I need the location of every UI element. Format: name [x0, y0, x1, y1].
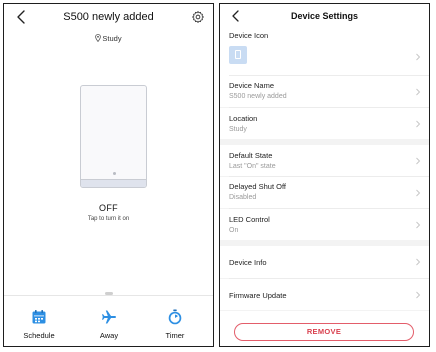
location-label: Study — [4, 34, 213, 43]
remove-button[interactable]: REMOVE — [234, 323, 414, 341]
tab-away-label: Away — [99, 331, 119, 340]
calendar-icon — [32, 310, 46, 324]
setting-location[interactable]: Location Study — [220, 108, 429, 139]
tab-timer[interactable]: Timer — [145, 309, 205, 340]
setting-device-name-title: Device Name — [229, 81, 275, 90]
tab-schedule[interactable]: Schedule — [9, 309, 69, 340]
device-title: S500 newly added — [63, 11, 154, 23]
drawer-handle[interactable] — [105, 292, 113, 295]
setting-location-title: Location — [229, 114, 258, 123]
chevron-right-icon — [416, 258, 421, 266]
device-icon-thumbnail — [229, 46, 247, 64]
chevron-right-icon — [416, 157, 421, 165]
location-pin-icon — [95, 34, 102, 42]
power-state: OFF — [99, 203, 118, 213]
timer-icon — [168, 309, 182, 325]
tab-timer-label: Timer — [165, 331, 185, 340]
setting-device-name[interactable]: Device Name S500 newly added — [220, 76, 429, 107]
location-text: Study — [102, 34, 122, 43]
setting-delayed-shut-off-value: Disabled — [229, 194, 257, 201]
chevron-right-icon — [416, 291, 421, 299]
setting-firmware-update-title: Firmware Update — [229, 291, 287, 300]
setting-led-control-title: LED Control — [229, 215, 270, 224]
tap-hint: Tap to turn it on — [87, 216, 130, 222]
setting-device-name-value: S500 newly added — [229, 93, 287, 100]
device-settings-screen: Device Settings Device Icon Device Name … — [219, 3, 430, 347]
setting-default-state-title: Default State — [229, 151, 273, 160]
control-header: S500 newly added Study — [4, 4, 213, 44]
chevron-right-icon — [416, 221, 421, 229]
setting-device-info[interactable]: Device Info — [220, 246, 429, 278]
setting-device-info-title: Device Info — [229, 258, 267, 267]
chevron-right-icon — [416, 53, 421, 61]
gear-icon[interactable] — [191, 10, 205, 24]
settings-list[interactable]: Device Icon Device Name S500 newly added… — [220, 18, 429, 346]
setting-firmware-update[interactable]: Firmware Update — [220, 279, 429, 310]
airplane-icon — [102, 310, 116, 324]
switch-toggle[interactable] — [80, 85, 147, 188]
chevron-right-icon — [416, 88, 421, 96]
setting-device-icon-title: Device Icon — [229, 31, 269, 40]
settings-title: Device Settings — [290, 11, 359, 21]
setting-default-state[interactable]: Default State Last "On" state — [220, 145, 429, 176]
led-indicator-dot — [113, 172, 116, 175]
setting-location-value: Study — [229, 126, 247, 133]
tab-away[interactable]: Away — [79, 309, 139, 340]
device-control-screen: S500 newly added Study OFF Tap to turn i… — [3, 3, 214, 347]
setting-led-control-value: On — [229, 227, 239, 234]
setting-led-control[interactable]: LED Control On — [220, 209, 429, 240]
tab-schedule-label: Schedule — [23, 331, 55, 340]
setting-delayed-shut-off-title: Delayed Shut Off — [229, 182, 286, 191]
bottom-panel-divider — [4, 295, 213, 296]
switch-bottom-strip — [81, 179, 146, 187]
settings-header: Device Settings — [220, 4, 429, 30]
setting-delayed-shut-off[interactable]: Delayed Shut Off Disabled — [220, 177, 429, 208]
chevron-right-icon — [416, 120, 421, 128]
chevron-right-icon — [416, 189, 421, 197]
setting-default-state-value: Last "On" state — [229, 163, 276, 170]
